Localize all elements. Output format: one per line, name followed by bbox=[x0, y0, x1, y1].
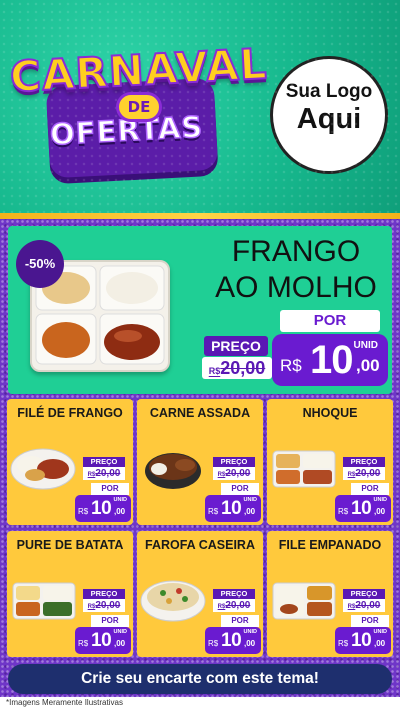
unit-label: UNID bbox=[113, 497, 127, 503]
price-decimal: ,00 bbox=[374, 639, 386, 648]
price-integer: 10 bbox=[91, 630, 112, 651]
unit-label: UNID bbox=[243, 497, 257, 503]
old-value: 20,00 bbox=[225, 600, 251, 611]
old-price: R$20,00 bbox=[213, 467, 255, 480]
product-card[interactable]: PURE DE BATATA PREÇO R$20,00 POR UNID R$… bbox=[7, 531, 133, 657]
header-banner: CARNAVAL DE OFERTAS Sua Logo Aqui bbox=[0, 0, 400, 215]
price-integer: 10 bbox=[221, 630, 242, 651]
currency: R$ bbox=[208, 507, 219, 516]
currency: R$ bbox=[338, 507, 349, 516]
product-card[interactable]: CARNE ASSADA PREÇO R$20,00 POR UNID R$ 1… bbox=[137, 399, 263, 525]
por-label: POR bbox=[91, 483, 129, 495]
product-card[interactable]: FILÉ DE FRANGO PREÇO R$20,00 POR UNID R$… bbox=[7, 399, 133, 525]
old-price: R$20,00 bbox=[343, 467, 385, 480]
price-decimal: ,00 bbox=[374, 507, 386, 516]
featured-product-card[interactable]: -50% FRANGO AO MOLHO POR PREÇO R$20,00 U… bbox=[8, 226, 392, 394]
featured-name-line1: FRANGO bbox=[231, 235, 361, 268]
por-label: POR bbox=[221, 483, 259, 495]
new-price: UNID R$ 10 ,00 bbox=[75, 627, 131, 654]
product-name: FILE EMPANADO bbox=[278, 538, 382, 552]
unit-label: UNID bbox=[373, 629, 387, 635]
currency: R$ bbox=[78, 507, 89, 516]
old-price: R$20,00 bbox=[343, 599, 385, 612]
unit-label: UNID bbox=[373, 497, 387, 503]
new-price: UNID R$ 10 ,00 bbox=[205, 627, 261, 654]
discount-badge: -50% bbox=[16, 240, 64, 288]
preco-label: PREÇO bbox=[213, 457, 255, 467]
price-decimal: ,00 bbox=[114, 507, 126, 516]
gnocchi-tray-icon bbox=[272, 450, 336, 488]
featured-old-value: 20,00 bbox=[220, 358, 266, 378]
preco-label: PREÇO bbox=[343, 457, 385, 467]
unit-label: UNID bbox=[243, 629, 257, 635]
por-label: POR bbox=[221, 615, 259, 627]
old-value: 20,00 bbox=[95, 468, 121, 479]
featured-unit-label: UNID bbox=[353, 340, 378, 351]
carnival-feathers-icon bbox=[277, 64, 381, 168]
disclaimer-bar: *Imagens Meramente Ilustrativas bbox=[0, 697, 400, 711]
featured-new-price: UNID R$ 10 ,00 bbox=[272, 334, 388, 386]
product-name: NHOQUE bbox=[302, 406, 358, 420]
price-decimal: ,00 bbox=[244, 639, 256, 648]
featured-old-price: R$20,00 bbox=[202, 357, 272, 379]
logo-placeholder[interactable]: Sua Logo Aqui bbox=[270, 56, 388, 174]
old-price: R$20,00 bbox=[83, 467, 125, 480]
price-integer: 10 bbox=[91, 498, 112, 519]
product-name: CARNE ASSADA bbox=[149, 406, 251, 420]
featured-old-currency: R$ bbox=[208, 366, 221, 376]
create-flyer-button[interactable]: Crie seu encarte com este tema! bbox=[8, 664, 392, 694]
preco-label: PREÇO bbox=[213, 589, 255, 599]
new-price: UNID R$ 10 ,00 bbox=[335, 627, 391, 654]
title-de: DE bbox=[116, 92, 162, 122]
featured-preco-label: PREÇO bbox=[204, 336, 268, 356]
preco-label: PREÇO bbox=[83, 589, 125, 599]
currency: R$ bbox=[338, 639, 349, 648]
product-card[interactable]: FILE EMPANADO PREÇO R$20,00 POR UNID R$ … bbox=[267, 531, 393, 657]
disclaimer-text: *Imagens Meramente Ilustrativas bbox=[6, 698, 123, 707]
old-value: 20,00 bbox=[355, 600, 381, 611]
featured-name-line2: AO MOLHO bbox=[215, 271, 377, 304]
logo-text-line1: Sua Logo bbox=[285, 81, 373, 102]
featured-price-integer: 10 bbox=[310, 338, 353, 382]
price-integer: 10 bbox=[221, 498, 242, 519]
logo-text-line2: Aqui bbox=[296, 103, 362, 135]
product-name: FAROFA CASEIRA bbox=[145, 538, 255, 552]
product-card[interactable]: FAROFA CASEIRA PREÇO R$20,00 POR UNID R$… bbox=[137, 531, 263, 657]
breaded-fillet-tray-icon bbox=[272, 582, 336, 620]
currency: R$ bbox=[78, 639, 89, 648]
price-integer: 10 bbox=[351, 630, 372, 651]
new-price: UNID R$ 10 ,00 bbox=[205, 495, 261, 522]
new-price: UNID R$ 10 ,00 bbox=[335, 495, 391, 522]
price-decimal: ,00 bbox=[244, 507, 256, 516]
old-value: 20,00 bbox=[95, 600, 121, 611]
featured-product-name: FRANGO AO MOLHO bbox=[204, 234, 388, 306]
por-label: POR bbox=[351, 483, 389, 495]
featured-price-decimal: ,00 bbox=[356, 356, 380, 375]
featured-currency: R$ bbox=[280, 356, 302, 375]
product-name: PURE DE BATATA bbox=[16, 538, 124, 552]
por-label: POR bbox=[91, 615, 129, 627]
unit-label: UNID bbox=[113, 629, 127, 635]
old-value: 20,00 bbox=[355, 468, 381, 479]
preco-label: PREÇO bbox=[343, 589, 385, 599]
price-integer: 10 bbox=[351, 498, 372, 519]
chicken-fillet-bowl-icon bbox=[10, 448, 76, 490]
featured-por-label: POR bbox=[280, 310, 380, 332]
old-price: R$20,00 bbox=[83, 599, 125, 612]
por-label: POR bbox=[351, 615, 389, 627]
preco-label: PREÇO bbox=[83, 457, 125, 467]
old-price: R$20,00 bbox=[213, 599, 255, 612]
roast-beef-bowl-icon bbox=[145, 453, 201, 489]
new-price: UNID R$ 10 ,00 bbox=[75, 495, 131, 522]
product-card[interactable]: NHOQUE PREÇO R$20,00 POR UNID R$ 10 ,00 bbox=[267, 399, 393, 525]
farofa-bowl-icon bbox=[140, 580, 206, 622]
mashed-potato-tray-icon bbox=[12, 582, 76, 620]
old-value: 20,00 bbox=[225, 468, 251, 479]
product-name: FILÉ DE FRANGO bbox=[17, 406, 123, 420]
price-decimal: ,00 bbox=[114, 639, 126, 648]
currency: R$ bbox=[208, 639, 219, 648]
